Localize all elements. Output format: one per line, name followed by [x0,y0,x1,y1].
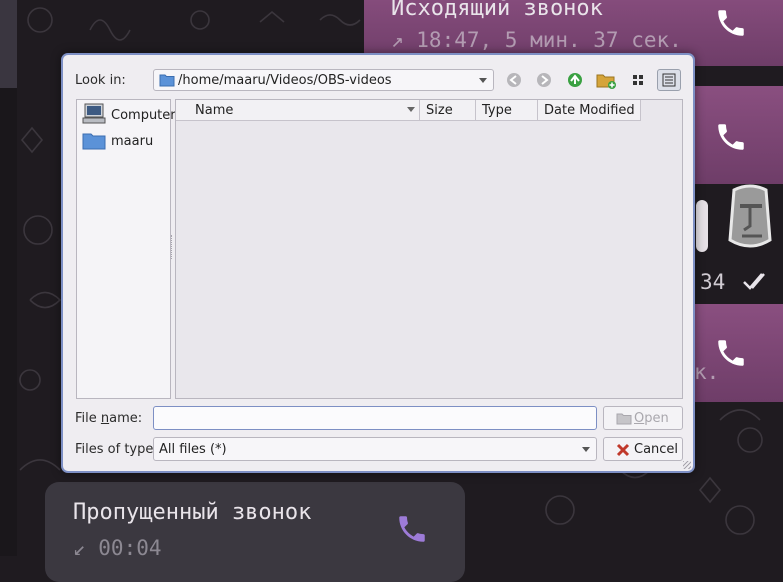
column-label: Size [426,103,453,118]
new-folder-button[interactable] [594,69,618,91]
column-date-modified[interactable]: Date Modified [538,100,641,120]
place-maaru[interactable]: maaru [80,129,168,153]
column-type[interactable]: Type [476,100,538,120]
look-in-combo[interactable]: /home/maaru/Videos/OBS-videos [153,69,494,91]
moai-sticker[interactable] [720,184,780,262]
list-view-button[interactable] [626,69,650,91]
files-of-type-value: All files (*) [159,442,227,457]
folder-open-icon [616,413,632,425]
sort-descending-icon [407,107,415,112]
column-label: Date Modified [544,103,635,118]
read-checkmarks-icon [743,273,765,290]
phone-icon[interactable] [395,512,429,546]
file-name-input[interactable] [153,406,597,430]
column-size[interactable]: Size [420,100,476,120]
files-of-type-label: Files of type: [75,442,158,457]
column-label: Name [195,103,234,118]
grid-icon [633,75,643,85]
back-arrow-icon [507,73,521,87]
place-label: maaru [111,134,154,149]
place-computer[interactable]: Computer [80,103,176,127]
forward-arrow-icon [537,73,551,87]
files-of-type-combo[interactable]: All files (*) [153,437,597,461]
back-button[interactable] [502,69,526,91]
parent-directory-button[interactable] [563,69,587,91]
phone-icon[interactable] [714,120,748,154]
open-button[interactable]: Open [603,406,683,430]
column-name[interactable]: Name [176,100,420,120]
file-dialog: Look in: /home/maaru/Videos/OBS-videos C… [61,53,695,473]
cancel-label: Cancel [634,442,679,457]
missed-call-bubble[interactable]: Пропущенный звонок ↙ 00:04 [45,482,465,582]
call-meta: ↗ 18:47, 5 мин. 37 сек. [391,28,682,52]
forward-button[interactable] [532,69,556,91]
close-icon [616,443,630,457]
call-title: Пропущенный звонок [73,500,312,525]
column-label: Type [482,103,512,118]
computer-icon [82,103,106,124]
message-time: 34 [700,270,726,294]
phone-icon[interactable] [714,336,748,370]
sticker-fragment [696,200,708,252]
look-in-path: /home/maaru/Videos/OBS-videos [178,73,392,88]
file-list[interactable]: Name Size Type Date Modified [175,99,683,399]
file-list-header: Name Size Type Date Modified [176,100,641,121]
detail-list-icon [662,73,676,87]
cancel-button[interactable]: Cancel [603,437,683,461]
up-arrow-icon [568,73,582,87]
resize-grip-icon[interactable] [683,461,691,469]
open-label: Open [634,411,669,426]
new-folder-icon [596,74,616,89]
call-title: Исходящий звонок [391,0,603,21]
look-in-label: Look in: [75,73,126,88]
file-name-label: File name: [75,411,143,426]
chevron-down-icon [479,78,487,83]
folder-icon [159,74,175,87]
phone-icon[interactable] [714,6,748,40]
call-meta: ↙ 00:04 [73,536,162,560]
detail-view-button[interactable] [657,69,681,91]
folder-icon [82,133,106,150]
places-sidebar: Computer maaru [76,99,176,399]
place-label: Computer [111,108,176,123]
chevron-down-icon [582,447,590,452]
sidebar-edge [0,0,17,556]
